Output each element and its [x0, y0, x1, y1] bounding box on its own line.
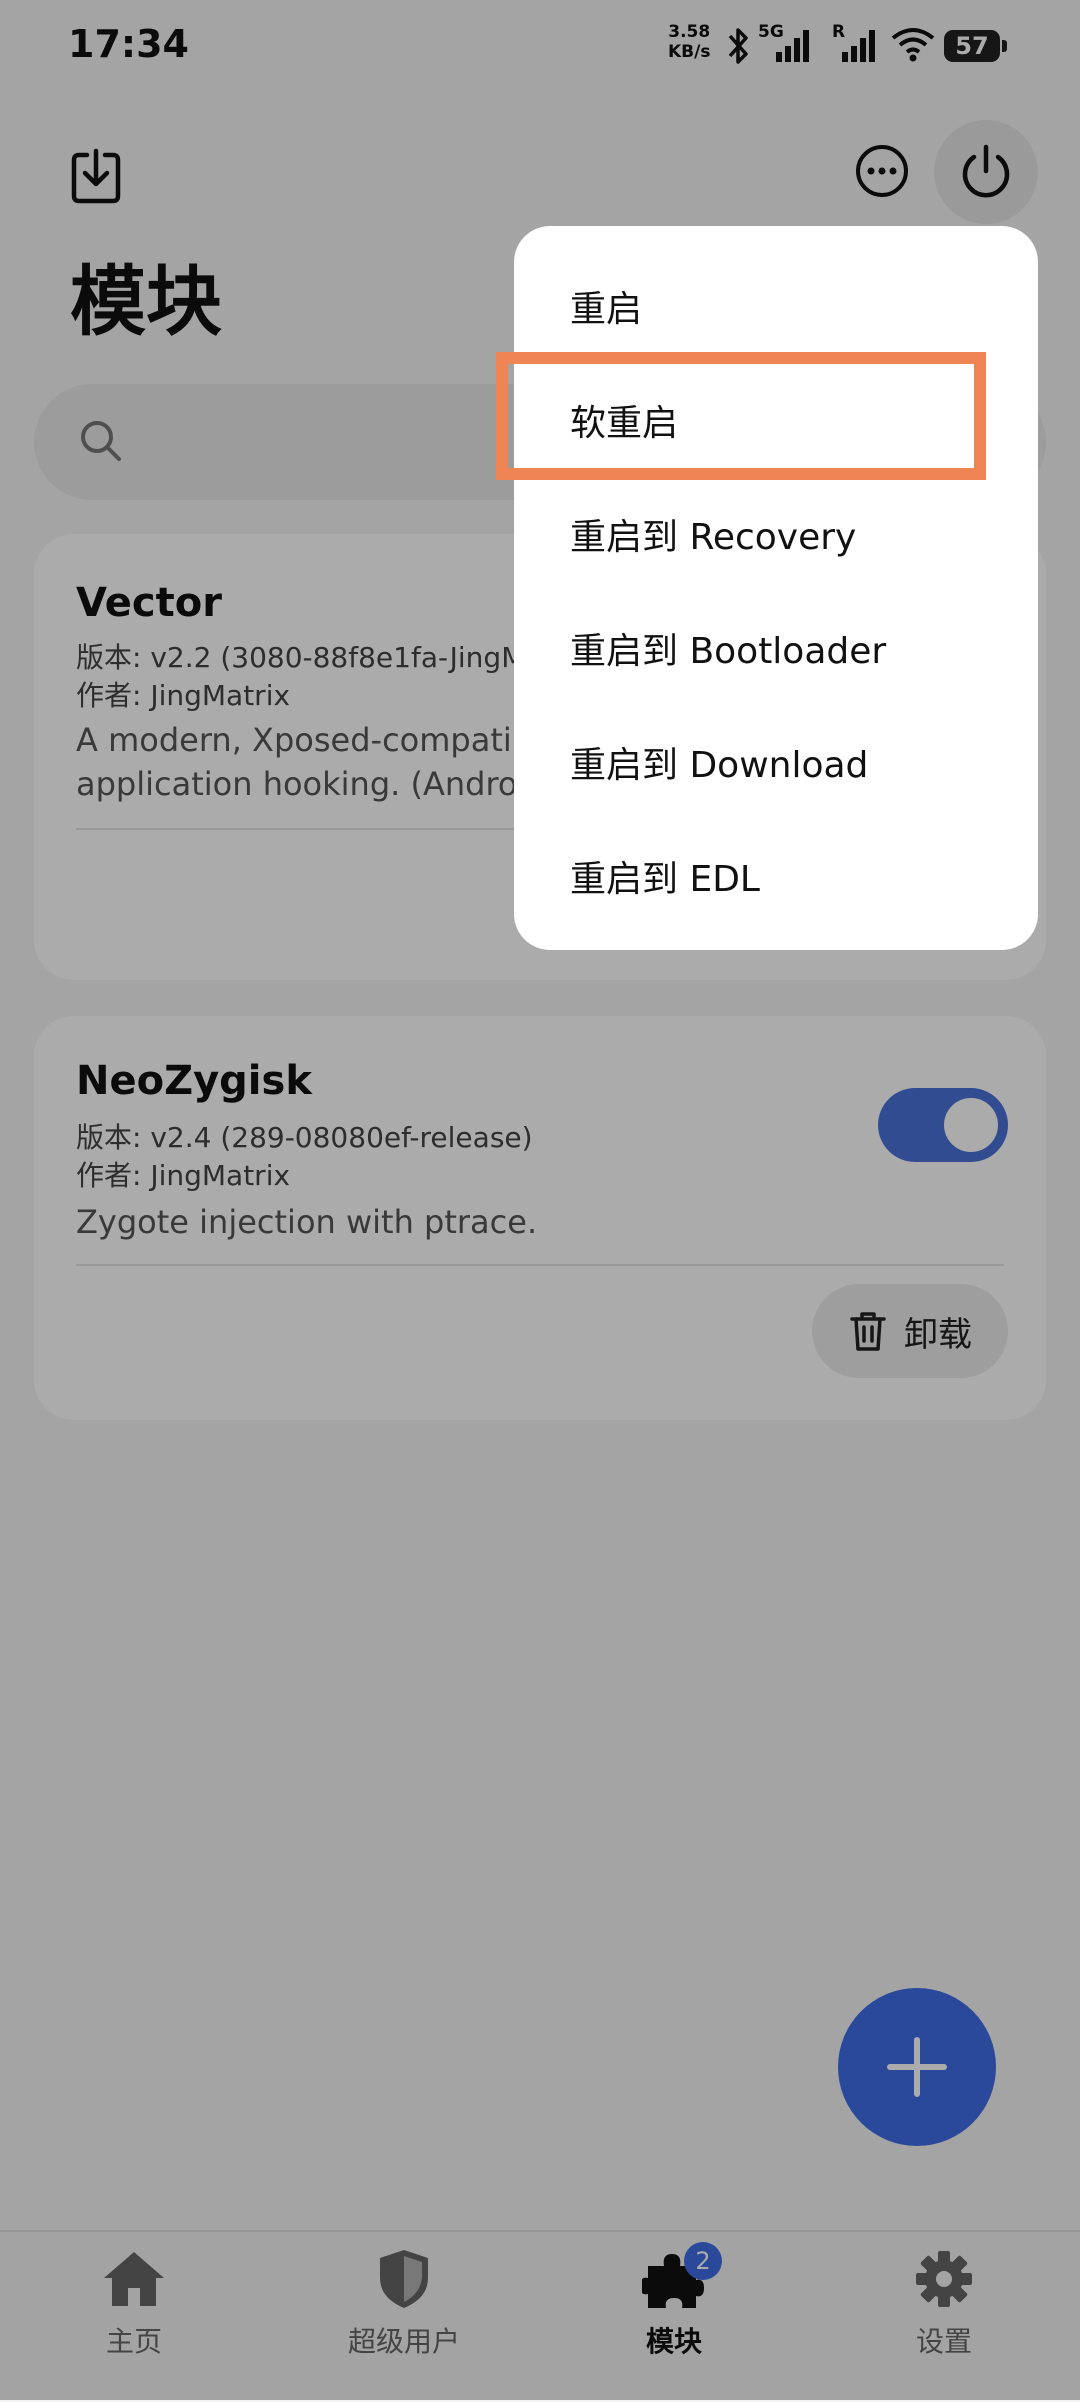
highlight-box	[496, 352, 986, 480]
menu-item-reboot[interactable]: 重启	[514, 244, 1038, 358]
menu-item-label: 重启到 EDL	[570, 859, 760, 900]
menu-item-reboot-download[interactable]: 重启到 Download	[514, 700, 1038, 814]
reboot-menu: 重启 软重启 重启到 Recovery 重启到 Bootloader 重启到 D…	[514, 226, 1038, 950]
menu-item-reboot-recovery[interactable]: 重启到 Recovery	[514, 472, 1038, 586]
menu-item-label: 重启	[570, 289, 643, 330]
menu-item-label: 重启到 Recovery	[570, 517, 857, 558]
menu-item-reboot-bootloader[interactable]: 重启到 Bootloader	[514, 586, 1038, 700]
menu-item-reboot-edl[interactable]: 重启到 EDL	[514, 814, 1038, 928]
menu-item-label: 重启到 Download	[570, 745, 869, 786]
menu-item-label: 重启到 Bootloader	[570, 631, 887, 672]
